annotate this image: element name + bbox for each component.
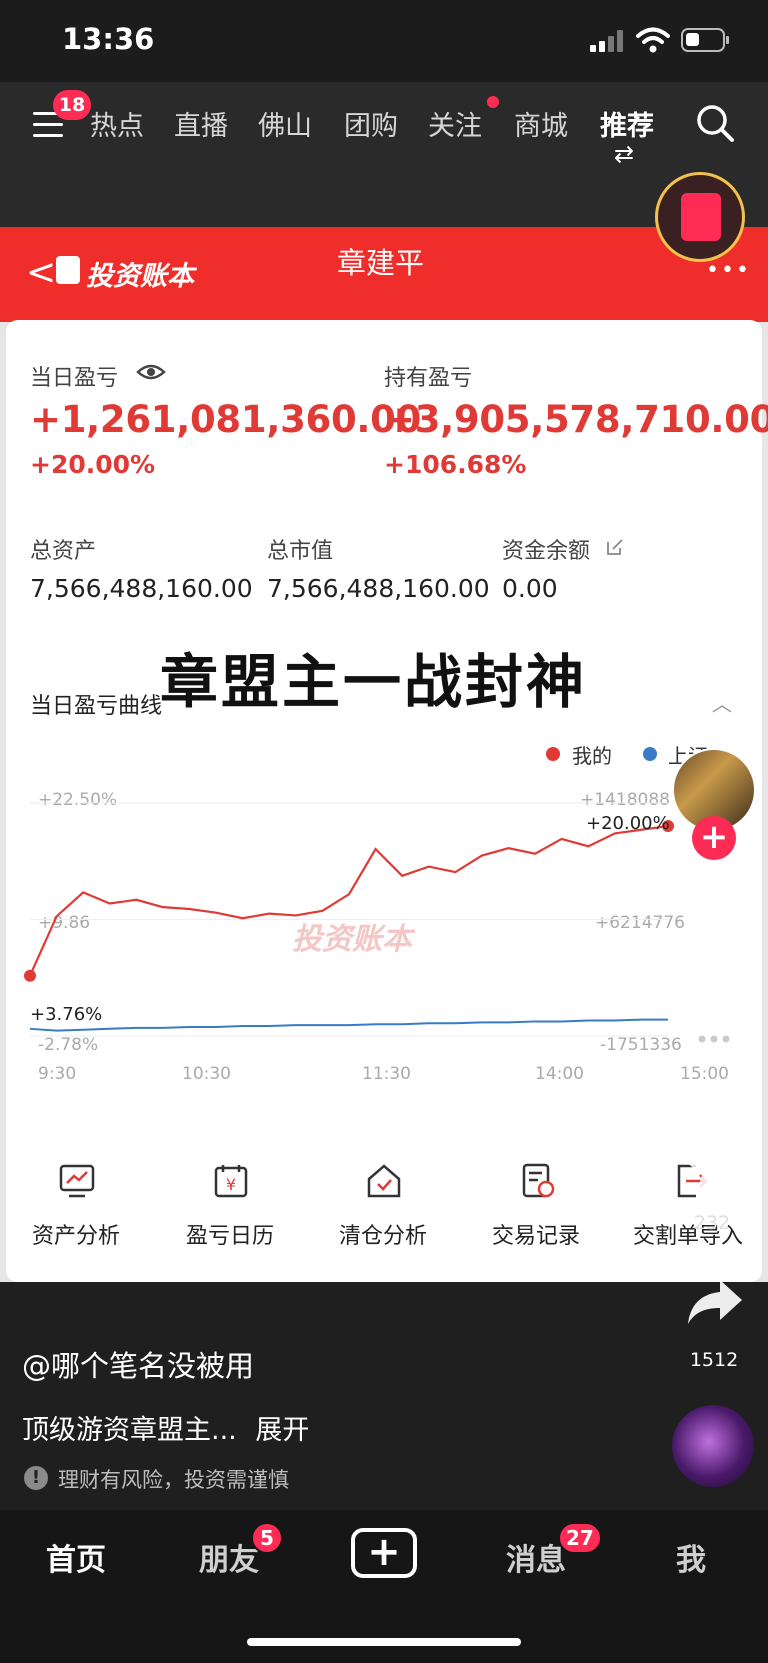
tab-home[interactable]: 首页 — [46, 1535, 106, 1579]
x-tick-1130: 11:30 — [362, 1064, 411, 1084]
app-name: 投资账本 — [86, 261, 194, 292]
x-tick-1400: 14:00 — [535, 1064, 584, 1084]
tab-city[interactable]: 佛山 — [258, 104, 312, 143]
holding-pl-value: +3,905,578,710.00 — [384, 398, 768, 441]
eye-icon — [136, 364, 166, 380]
daily-pl-label: 当日盈亏 — [30, 366, 119, 391]
music-disc[interactable] — [672, 1405, 754, 1487]
back-icon: < — [26, 252, 57, 293]
y-tick-bottom-right: -1751336 — [600, 1035, 682, 1055]
star-icon[interactable] — [684, 1140, 744, 1198]
tab-me[interactable]: 我 — [676, 1535, 706, 1579]
edit-icon — [607, 539, 623, 555]
wifi-icon — [636, 27, 670, 53]
comment-icon[interactable] — [682, 1012, 746, 1070]
toolbar-trade-records[interactable]: 交易记录 — [492, 1218, 580, 1250]
home-indicator — [247, 1638, 521, 1646]
toolbar-pl-calendar[interactable]: 盈亏日历 — [186, 1218, 274, 1250]
x-tick-1030: 10:30 — [182, 1064, 231, 1084]
swap-icon[interactable]: ⇄ — [614, 140, 634, 168]
toolbar-clearance-analysis[interactable]: 清仓分析 — [339, 1218, 427, 1250]
status-time: 13:36 — [62, 22, 155, 56]
cash-label: 资金余额 — [502, 539, 591, 564]
like-count: 1350 — [687, 950, 737, 972]
x-tick-0930: 9:30 — [38, 1064, 77, 1084]
cellular-signal-icon — [590, 30, 623, 52]
video-description: 顶级游资章盟主... 展开 — [22, 1408, 309, 1447]
tab-following[interactable]: 关注 — [428, 104, 482, 143]
author-handle[interactable]: @哪个笔名没被用 — [22, 1343, 254, 1385]
tab-live[interactable]: 直播 — [174, 104, 228, 143]
tab-mall[interactable]: 商城 — [514, 104, 568, 143]
holding-pl-label: 持有盈亏 — [384, 366, 473, 391]
favorite-count: 232 — [693, 1212, 731, 1234]
follow-button[interactable]: + — [692, 816, 736, 860]
expand-link[interactable]: 展开 — [255, 1415, 309, 1446]
risk-warning: 理财有风险，投资需谨慎 — [58, 1468, 289, 1492]
y-tick-top-left: +22.50% — [38, 790, 118, 810]
account-name: 章建平 — [337, 246, 425, 280]
y-tick-bottom-left: -2.78% — [38, 1035, 99, 1055]
market-value-label: 总市值 — [267, 539, 334, 564]
following-dot — [487, 96, 499, 108]
warning-icon: ! — [24, 1466, 48, 1490]
chevron-up-icon[interactable]: ︿ — [712, 688, 732, 717]
tab-hot[interactable]: 热点 — [90, 104, 144, 143]
start-value-label: +3.76% — [30, 1004, 103, 1025]
total-assets-value: 7,566,488,160.00 — [30, 574, 253, 603]
chart-monitor-icon — [59, 1164, 95, 1198]
share-count: 1512 — [689, 1349, 739, 1371]
chart-watermark: 投资账本 — [292, 922, 412, 957]
app-logo-icon — [56, 256, 80, 284]
chart-title: 当日盈亏曲线 — [30, 694, 163, 719]
calendar-yen-icon: ¥ — [214, 1165, 248, 1198]
toolbar-asset-analysis[interactable]: 资产分析 — [32, 1218, 120, 1250]
red-envelope-icon — [681, 193, 721, 241]
share-icon[interactable] — [686, 1278, 744, 1326]
y-tick-mid-left: +9.86 — [38, 913, 91, 933]
video-overlay-caption: 章盟主一战封神 — [160, 648, 588, 716]
end-value-label: +20.00% — [586, 813, 670, 834]
daily-pl-pct: +20.00% — [30, 450, 156, 479]
heart-icon[interactable] — [682, 885, 746, 943]
legend-mine-swatch — [546, 747, 560, 761]
description-text: 顶级游资章盟主... — [22, 1415, 237, 1446]
legend-index-swatch — [643, 747, 657, 761]
comment-count: 589 — [693, 1084, 731, 1106]
tab-messages[interactable]: 消息 — [506, 1535, 566, 1579]
tab-friends[interactable]: 朋友 — [199, 1535, 259, 1579]
create-button[interactable]: + — [351, 1528, 417, 1578]
tab-group-buy[interactable]: 团购 — [344, 104, 398, 143]
cash-value: 0.00 — [502, 574, 558, 603]
daily-pl-value: +1,261,081,360.00 — [30, 398, 422, 441]
more-icon[interactable]: ••• — [706, 258, 751, 283]
messages-badge: 27 — [558, 1522, 602, 1554]
doc-check-icon — [522, 1163, 555, 1198]
legend-mine: 我的 — [572, 744, 612, 768]
search-icon[interactable] — [695, 103, 735, 143]
house-check-icon — [367, 1164, 401, 1198]
holding-pl-pct: +106.68% — [384, 450, 527, 479]
friends-badge: 5 — [251, 1522, 283, 1554]
market-value-value: 7,566,488,160.00 — [267, 574, 490, 603]
battery-icon — [681, 28, 729, 52]
menu-badge: 18 — [53, 90, 91, 120]
y-tick-top-right: +1418088 — [580, 790, 670, 810]
svg-text:¥: ¥ — [226, 1175, 236, 1194]
total-assets-label: 总资产 — [30, 539, 97, 564]
tab-recommend[interactable]: 推荐 — [600, 104, 654, 143]
y-tick-mid-right: +6214776 — [595, 913, 685, 933]
